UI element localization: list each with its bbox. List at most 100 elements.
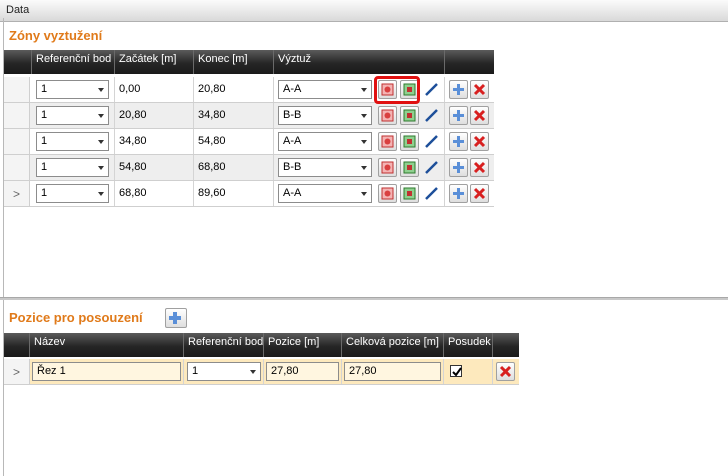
total-position-input[interactable]: 27,80: [344, 362, 441, 381]
zone-end[interactable]: 89,60: [198, 187, 226, 199]
add-zone-button[interactable]: [449, 106, 468, 125]
zone-row[interactable]: 1 34,80 54,80 A-A: [4, 129, 494, 155]
plus-icon: [453, 84, 464, 95]
zone-end[interactable]: 34,80: [198, 109, 226, 121]
green-reinforcement-icon: [403, 161, 416, 174]
pencil-icon: [425, 187, 438, 200]
reinforcement-import-button[interactable]: [400, 132, 419, 151]
delete-zone-button[interactable]: [470, 184, 489, 203]
checkmark-icon: [452, 367, 462, 377]
zone-end[interactable]: 68,80: [198, 161, 226, 173]
edit-reinforcement-button[interactable]: [422, 184, 441, 203]
positions-header-ref: Referenční bod: [184, 333, 264, 357]
edit-reinforcement-button[interactable]: [422, 158, 441, 177]
ref-point-dropdown[interactable]: 1: [187, 362, 261, 381]
add-zone-button[interactable]: [449, 158, 468, 177]
ref-point-dropdown[interactable]: 1: [36, 80, 109, 99]
chevron-down-icon: [98, 114, 104, 118]
row-selector[interactable]: >: [4, 359, 30, 384]
pencil-icon: [425, 109, 438, 122]
pencil-icon: [425, 83, 438, 96]
chevron-down-icon: [98, 192, 104, 196]
position-input[interactable]: 27,80: [266, 362, 339, 381]
plus-icon: [453, 188, 464, 199]
reinforcement-dropdown[interactable]: A-A: [278, 80, 372, 99]
position-name-input[interactable]: Řez 1: [32, 362, 181, 381]
reinforcement-import-button[interactable]: [400, 184, 419, 203]
chevron-down-icon: [250, 370, 256, 374]
red-reinforcement-icon: [381, 187, 394, 200]
ref-point-dropdown[interactable]: 1: [36, 106, 109, 125]
reinforcement-dropdown[interactable]: B-B: [278, 158, 372, 177]
ref-point-dropdown[interactable]: 1: [36, 158, 109, 177]
delete-zone-button[interactable]: [470, 106, 489, 125]
zone-row[interactable]: 1 0,00 20,80 A-A: [4, 77, 494, 103]
ref-point-dropdown[interactable]: 1: [36, 184, 109, 203]
zone-start[interactable]: 34,80: [119, 135, 147, 147]
reinforcement-dropdown[interactable]: A-A: [278, 184, 372, 203]
chevron-down-icon: [361, 140, 367, 144]
reinforcement-dropdown[interactable]: B-B: [278, 106, 372, 125]
current-row-indicator-icon: >: [13, 187, 21, 201]
reinforcement-dropdown[interactable]: A-A: [278, 132, 372, 151]
positions-section-title: Pozice pro posouzení: [9, 310, 143, 325]
delete-position-button[interactable]: [496, 362, 515, 381]
zone-row[interactable]: > 1 68,80 89,60 A-A: [4, 181, 494, 207]
reinforcement-import-button[interactable]: [400, 158, 419, 177]
zone-row[interactable]: 1 20,80 34,80 B-B: [4, 103, 494, 129]
chevron-down-icon: [98, 140, 104, 144]
plus-icon: [453, 136, 464, 147]
positions-header-total-position: Celková pozice [m]: [342, 333, 444, 357]
current-row-indicator-icon: >: [13, 365, 21, 379]
add-zone-button[interactable]: [449, 80, 468, 99]
delete-x-icon: [499, 365, 512, 378]
red-reinforcement-icon: [381, 109, 394, 122]
row-selector[interactable]: [4, 103, 30, 128]
add-zone-button[interactable]: [449, 132, 468, 151]
reinforcement-import-button[interactable]: [400, 106, 419, 125]
reinforcement-gallery-button[interactable]: [378, 132, 397, 151]
pencil-icon: [425, 135, 438, 148]
zone-start[interactable]: 68,80: [119, 187, 147, 199]
zone-end[interactable]: 54,80: [198, 135, 226, 147]
zones-header-end: Konec [m]: [194, 50, 274, 74]
zone-start[interactable]: 54,80: [119, 161, 147, 173]
chevron-down-icon: [361, 192, 367, 196]
edit-reinforcement-button[interactable]: [422, 106, 441, 125]
zone-row[interactable]: 1 54,80 68,80 B-B: [4, 155, 494, 181]
row-selector[interactable]: [4, 129, 30, 154]
chevron-down-icon: [98, 166, 104, 170]
positions-table-header: Název Referenční bod Pozice [m] Celková …: [4, 333, 519, 357]
reinforcement-gallery-button[interactable]: [378, 184, 397, 203]
ref-point-dropdown[interactable]: 1: [36, 132, 109, 151]
delete-zone-button[interactable]: [470, 132, 489, 151]
delete-x-icon: [473, 83, 486, 96]
plus-icon: [453, 162, 464, 173]
section-divider[interactable]: [0, 297, 728, 300]
zone-end[interactable]: 20,80: [198, 83, 226, 95]
delete-zone-button[interactable]: [470, 158, 489, 177]
positions-header-name: Název: [30, 333, 184, 357]
add-position-button[interactable]: [165, 308, 187, 328]
green-reinforcement-icon: [403, 187, 416, 200]
red-reinforcement-icon: [381, 161, 394, 174]
delete-x-icon: [473, 161, 486, 174]
add-zone-button[interactable]: [449, 184, 468, 203]
positions-header-position: Pozice [m]: [264, 333, 342, 357]
row-selector[interactable]: [4, 155, 30, 180]
positions-header-check: Posudek: [444, 333, 493, 357]
reinforcement-gallery-button[interactable]: [378, 106, 397, 125]
zone-start[interactable]: 0,00: [119, 83, 140, 95]
check-checkbox[interactable]: [450, 365, 462, 377]
row-selector[interactable]: [4, 77, 30, 102]
edit-reinforcement-button[interactable]: [422, 132, 441, 151]
delete-zone-button[interactable]: [470, 80, 489, 99]
delete-x-icon: [473, 187, 486, 200]
position-row[interactable]: > Řez 1 1 27,80 27,80: [4, 359, 519, 385]
focus-highlight-frame: [374, 76, 420, 104]
zone-start[interactable]: 20,80: [119, 109, 147, 121]
reinforcement-gallery-button[interactable]: [378, 158, 397, 177]
row-selector[interactable]: >: [4, 181, 30, 206]
edit-reinforcement-button[interactable]: [422, 80, 441, 99]
zones-header-selector: [4, 50, 32, 74]
